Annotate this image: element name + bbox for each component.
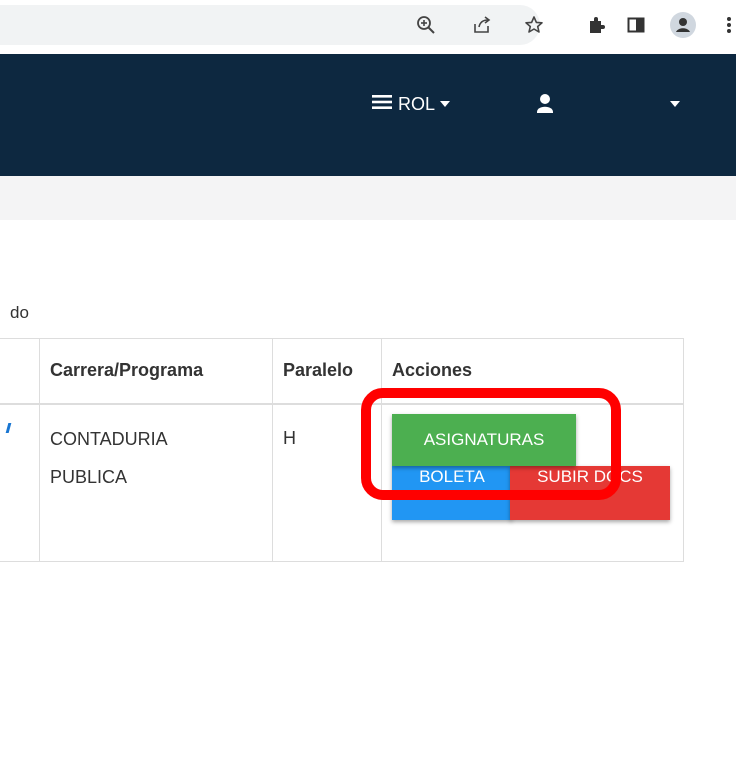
share-icon[interactable] [470, 11, 494, 39]
hamburger-icon [372, 94, 392, 115]
carrera-line-1: CONTADURIA [50, 429, 168, 449]
table-caption: do [10, 303, 29, 322]
user-icon[interactable] [536, 92, 554, 116]
profile-icon[interactable] [668, 11, 698, 39]
app-navbar [0, 54, 736, 176]
more-menu-icon[interactable] [722, 11, 736, 39]
header-carrera: Carrera/Programa [39, 338, 273, 405]
star-icon[interactable] [522, 11, 546, 39]
header-paralelo: Paralelo [272, 338, 382, 405]
link-fragment[interactable] [5, 423, 12, 433]
cell-carrera: CONTADURIA PUBLICA [39, 403, 273, 562]
role-menu[interactable]: ROL [372, 92, 451, 116]
cell-cut [0, 403, 40, 562]
caret-down-icon [440, 101, 451, 107]
carrera-line-2: PUBLICA [50, 467, 128, 487]
role-label: ROL [398, 93, 436, 114]
header-cell-cut [0, 338, 40, 405]
side-panel-icon[interactable] [624, 11, 648, 39]
annotation-highlight [361, 388, 621, 500]
user-menu-caret-icon[interactable] [670, 101, 680, 107]
address-bar[interactable] [0, 5, 540, 45]
zoom-icon[interactable] [414, 11, 438, 39]
breadcrumb-bar [0, 176, 736, 220]
extensions-icon[interactable] [584, 11, 608, 39]
browser-toolbar [0, 0, 736, 54]
